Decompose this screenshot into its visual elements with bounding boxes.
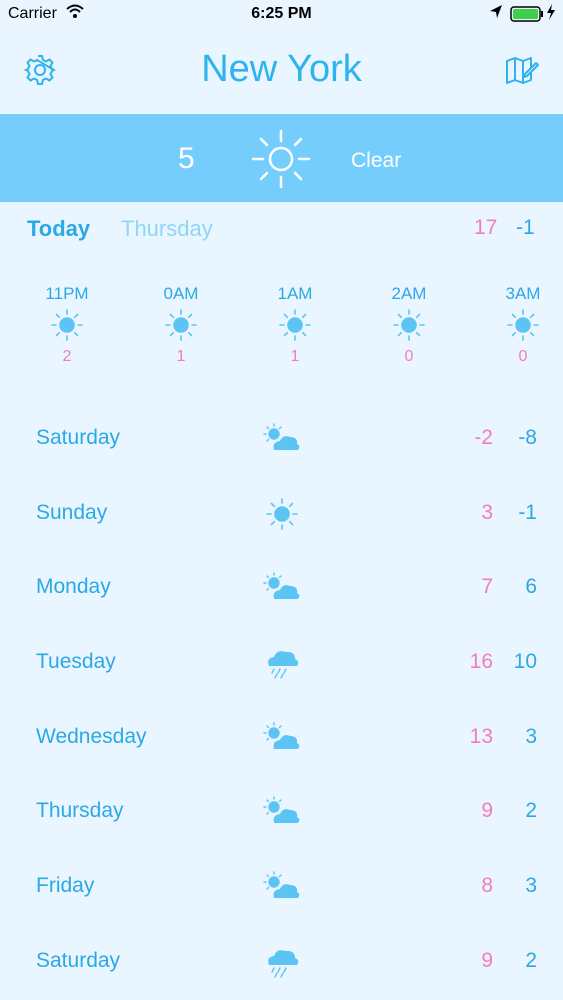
hourly-forecast: 11PM 2 0AM 1 1AM 1 2AM 0 3AM 0 xyxy=(0,282,563,382)
day-row[interactable]: Tuesday 16 10 xyxy=(0,626,563,701)
hour-time: 3AM xyxy=(505,284,541,303)
hour-item: 0AM 1 xyxy=(141,282,221,366)
sun-icon xyxy=(369,308,449,346)
day-high-temp: 8 xyxy=(481,874,493,898)
daily-forecast-list: Saturday -2 -8 Sunday 3 -1 Monday 7 6 Tu… xyxy=(0,402,563,1000)
nav-bar: New York xyxy=(0,30,563,114)
sun-icon xyxy=(250,128,312,195)
day-row[interactable]: Wednesday 13 3 xyxy=(0,701,563,776)
hour-temp: 0 xyxy=(404,348,414,365)
sun-icon xyxy=(141,308,221,346)
day-name: Saturday xyxy=(36,948,121,972)
hour-item: 2AM 0 xyxy=(369,282,449,366)
day-row[interactable]: Sunday 3 -1 xyxy=(0,477,563,552)
charging-bolt-icon xyxy=(546,4,556,25)
sun-icon xyxy=(483,308,563,346)
hour-time: 1AM xyxy=(277,284,313,303)
today-high-temp: 17 xyxy=(474,216,498,239)
day-high-temp: 7 xyxy=(481,575,493,599)
day-name: Tuesday xyxy=(36,650,116,674)
day-high-temp: 16 xyxy=(469,650,493,674)
day-name: Wednesday xyxy=(36,724,147,748)
hour-item: 1AM 1 xyxy=(255,282,335,366)
day-low-temp: 2 xyxy=(525,948,537,972)
hour-time: 2AM xyxy=(391,284,427,303)
partly-cloudy-icon xyxy=(262,870,302,909)
day-row[interactable]: Friday 8 3 xyxy=(0,850,563,925)
day-low-temp: 2 xyxy=(525,799,537,823)
day-high-temp: 9 xyxy=(481,799,493,823)
current-weather-banner: 5 Clear xyxy=(0,114,563,202)
day-high-temp: 3 xyxy=(481,500,493,524)
hour-temp: 2 xyxy=(62,348,72,365)
day-low-temp: -8 xyxy=(518,426,537,449)
hour-time: 11PM xyxy=(45,284,89,303)
day-row[interactable]: Saturday 9 2 xyxy=(0,925,563,1000)
day-low-temp: 6 xyxy=(525,575,537,599)
rain-cloud-icon xyxy=(262,646,302,685)
city-title: New York xyxy=(201,48,362,90)
hour-temp: 0 xyxy=(518,348,528,365)
day-name: Sunday xyxy=(36,500,108,524)
day-name: Monday xyxy=(36,575,111,599)
current-temperature: 5 xyxy=(178,142,195,175)
sun-icon xyxy=(262,497,302,536)
sun-icon xyxy=(255,308,335,346)
day-high-temp: 9 xyxy=(481,948,493,972)
day-high-temp: 13 xyxy=(469,724,493,748)
partly-cloudy-icon xyxy=(262,571,302,610)
day-name: Friday xyxy=(36,874,95,898)
today-low-temp: -1 xyxy=(516,216,535,239)
hour-item: 11PM 2 xyxy=(27,282,107,366)
day-high-temp: -2 xyxy=(474,426,493,449)
current-condition: Clear xyxy=(351,149,402,172)
day-row[interactable]: Thursday 9 2 xyxy=(0,775,563,850)
day-low-temp: 3 xyxy=(525,874,537,898)
edit-map-icon[interactable] xyxy=(503,52,539,93)
sun-icon xyxy=(27,308,107,346)
hour-temp: 1 xyxy=(176,348,186,365)
today-weekday: Thursday xyxy=(121,216,213,241)
hour-item: 3AM 0 xyxy=(483,282,563,366)
today-summary-row: Today Thursday 17 -1 xyxy=(0,208,563,248)
battery-icon xyxy=(510,6,544,27)
partly-cloudy-icon xyxy=(262,721,302,760)
day-low-temp: -1 xyxy=(518,500,537,524)
day-low-temp: 10 xyxy=(513,650,537,674)
day-row[interactable]: Saturday -2 -8 xyxy=(0,402,563,477)
day-low-temp: 3 xyxy=(525,724,537,748)
partly-cloudy-icon xyxy=(262,422,302,461)
day-name: Saturday xyxy=(36,426,121,449)
day-name: Thursday xyxy=(36,799,124,823)
hour-temp: 1 xyxy=(290,348,300,365)
day-row[interactable]: Monday 7 6 xyxy=(0,551,563,626)
partly-cloudy-icon xyxy=(262,795,302,834)
rain-cloud-icon xyxy=(262,945,302,984)
location-arrow-icon xyxy=(489,4,503,25)
hour-time: 0AM xyxy=(163,284,199,303)
today-label: Today xyxy=(27,216,91,241)
status-bar: Carrier 6:25 PM xyxy=(0,0,563,30)
status-time: 6:25 PM xyxy=(251,5,312,22)
